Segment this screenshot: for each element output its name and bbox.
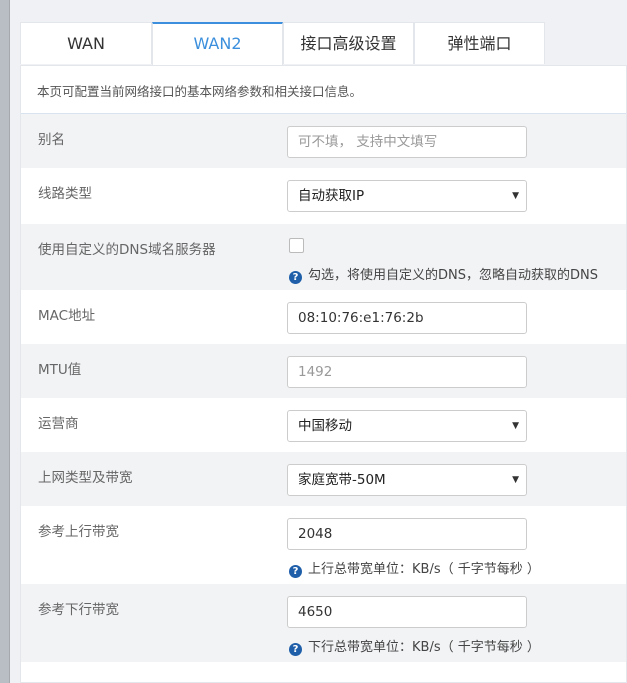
row-mac: MAC地址 08:10:76:e1:76:2b (21, 290, 626, 344)
line-type-select[interactable]: 自动获取IP ▼ (287, 180, 527, 212)
row-isp: 运营商 中国移动 ▼ (21, 398, 626, 452)
row-download: 参考下行带宽 4650 ? 下行总带宽单位：KB/s（ 千字节每秒 ） (21, 584, 626, 662)
settings-panel: WAN WAN2 接口高级设置 弹性端口 本页可配置当前网络接口的基本网络参数和… (20, 22, 627, 683)
form-content: 本页可配置当前网络接口的基本网络参数和相关接口信息。 别名 可不填， 支持中文填… (20, 65, 627, 683)
tab-bar: WAN WAN2 接口高级设置 弹性端口 (20, 22, 627, 65)
line-type-value: 自动获取IP (298, 188, 365, 204)
custom-dns-checkbox[interactable] (289, 238, 304, 253)
caret-down-icon: ▼ (512, 475, 519, 485)
row-custom-dns: 使用自定义的DNS域名服务器 ? 勾选，将使用自定义的DNS，忽略自动获取的DNS (21, 224, 626, 290)
download-hint: ? 下行总带宽单位：KB/s（ 千字节每秒 ） (289, 636, 540, 656)
question-circle-icon: ? (289, 565, 302, 578)
tab-elastic-port[interactable]: 弹性端口 (414, 22, 545, 64)
download-hint-text: 下行总带宽单位：KB/s（ 千字节每秒 ） (308, 640, 540, 655)
row-net-type: 上网类型及带宽 家庭宽带-50M ▼ (21, 452, 626, 506)
custom-dns-label: 使用自定义的DNS域名服务器 (38, 242, 216, 258)
mtu-input[interactable]: 1492 (287, 356, 527, 388)
description-text: 本页可配置当前网络接口的基本网络参数和相关接口信息。 (37, 84, 363, 99)
isp-label: 运营商 (38, 416, 79, 432)
upload-input[interactable]: 2048 (287, 518, 527, 550)
upload-hint: ? 上行总带宽单位：KB/s（ 千字节每秒 ） (289, 558, 540, 578)
tab-wan[interactable]: WAN (20, 22, 152, 64)
question-circle-icon: ? (289, 643, 302, 656)
net-type-select[interactable]: 家庭宽带-50M ▼ (287, 464, 527, 496)
question-circle-icon: ? (289, 271, 302, 284)
mac-input[interactable]: 08:10:76:e1:76:2b (287, 302, 527, 334)
page-description: 本页可配置当前网络接口的基本网络参数和相关接口信息。 (21, 66, 626, 114)
left-panel-edge (0, 0, 10, 683)
custom-dns-hint-text: 勾选，将使用自定义的DNS，忽略自动获取的DNS (308, 268, 598, 283)
alias-label: 别名 (38, 132, 65, 148)
upload-hint-text: 上行总带宽单位：KB/s（ 千字节每秒 ） (308, 562, 540, 577)
alias-input[interactable]: 可不填， 支持中文填写 (287, 126, 527, 158)
row-upload: 参考上行带宽 2048 ? 上行总带宽单位：KB/s（ 千字节每秒 ） (21, 506, 626, 584)
download-label: 参考下行带宽 (38, 602, 119, 618)
isp-select[interactable]: 中国移动 ▼ (287, 410, 527, 442)
caret-down-icon: ▼ (512, 191, 519, 201)
download-input[interactable]: 4650 (287, 596, 527, 628)
mtu-label: MTU值 (38, 362, 82, 378)
custom-dns-hint: ? 勾选，将使用自定义的DNS，忽略自动获取的DNS (289, 264, 598, 284)
net-type-value: 家庭宽带-50M (298, 472, 386, 488)
tab-wan2[interactable]: WAN2 (152, 22, 283, 65)
row-mtu: MTU值 1492 (21, 344, 626, 398)
tab-advanced-settings[interactable]: 接口高级设置 (283, 22, 414, 64)
line-type-label: 线路类型 (38, 186, 92, 202)
upload-label: 参考上行带宽 (38, 524, 119, 540)
mac-label: MAC地址 (38, 308, 96, 324)
isp-value: 中国移动 (298, 418, 352, 434)
caret-down-icon: ▼ (512, 421, 519, 431)
row-line-type: 线路类型 自动获取IP ▼ (21, 168, 626, 224)
row-alias: 别名 可不填， 支持中文填写 (21, 114, 626, 168)
net-type-label: 上网类型及带宽 (38, 470, 133, 486)
